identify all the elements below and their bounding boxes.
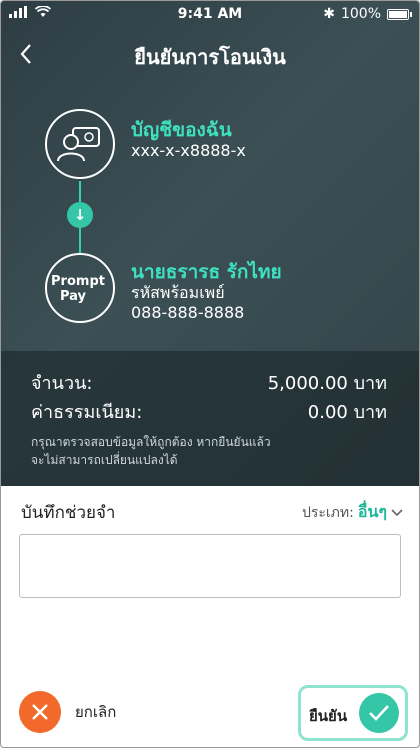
chevron-down-icon: [391, 508, 403, 516]
fee-value: 0.00 บาท: [307, 402, 387, 423]
fee-label: ค่าธรรมเนียม:: [31, 402, 143, 423]
memo-input[interactable]: [19, 534, 401, 598]
memo-type-selector[interactable]: ประเภท: อื่นๆ: [302, 500, 403, 525]
page-title: ยืนยันการโอนเงิน: [134, 45, 286, 69]
promptpay-logo-line1: Prompt: [51, 274, 105, 289]
account-avatar: [45, 109, 115, 179]
promptpay-logo-line2: Pay: [59, 289, 87, 304]
arrow-down-icon: ↓: [67, 202, 93, 228]
amount-value: 5,000.00 บาท: [267, 373, 387, 394]
check-icon: [369, 705, 389, 721]
account-card-icon: [57, 127, 100, 162]
memo-label: บันทึกช่วยจำ: [21, 503, 116, 523]
transfer-header-panel: 9:41 AM ✱ 100% ยืนยันการโอนเงิน บัญชีของ…: [1, 1, 419, 486]
connector-line-top: [79, 181, 81, 202]
status-right: ✱ 100%: [323, 6, 412, 22]
bluetooth-icon: ✱: [323, 6, 335, 22]
confirm-warning: กรุณาตรวจสอบข้อมูลให้ถูกต้อง หากยืนยันแล…: [31, 433, 399, 469]
confirm-button[interactable]: [359, 693, 399, 733]
recipient-number: 088-888-8888: [131, 303, 245, 322]
battery-percent: 100%: [340, 6, 381, 22]
confirm-action[interactable]: ยืนยัน: [298, 685, 408, 741]
battery-icon: [387, 8, 412, 20]
promptpay-logo: Prompt Pay: [45, 253, 115, 323]
status-bar: 9:41 AM ✱ 100%: [1, 1, 419, 27]
memo-type-label: ประเภท:: [301, 504, 354, 521]
amount-label: จำนวน:: [31, 373, 93, 394]
fee-row: ค่าธรรมเนียม: 0.00 บาท: [31, 397, 387, 426]
confirm-label[interactable]: ยืนยัน: [309, 704, 347, 728]
from-account-number: xxx-x-x8888-x: [131, 141, 246, 160]
amount-row: จำนวน: 5,000.00 บาท: [31, 368, 387, 397]
close-icon: [32, 704, 48, 720]
memo-type-value: อื่นๆ: [357, 502, 387, 521]
navigation-bar: ยืนยันการโอนเงิน: [1, 31, 419, 77]
warning-line-1: กรุณาตรวจสอบข้อมูลให้ถูกต้อง หากยืนยันแล…: [31, 435, 271, 449]
connector-line-bottom: [79, 228, 81, 253]
cancel-action[interactable]: ยกเลิก: [19, 691, 116, 733]
warning-line-2: จะไม่สามารถเปลี่ยนแปลงได้: [31, 453, 178, 467]
cancel-button[interactable]: [19, 691, 61, 733]
confirm-transfer-screen: 9:41 AM ✱ 100% ยืนยันการโอนเงิน บัญชีของ…: [0, 0, 420, 748]
cancel-label[interactable]: ยกเลิก: [75, 700, 116, 724]
